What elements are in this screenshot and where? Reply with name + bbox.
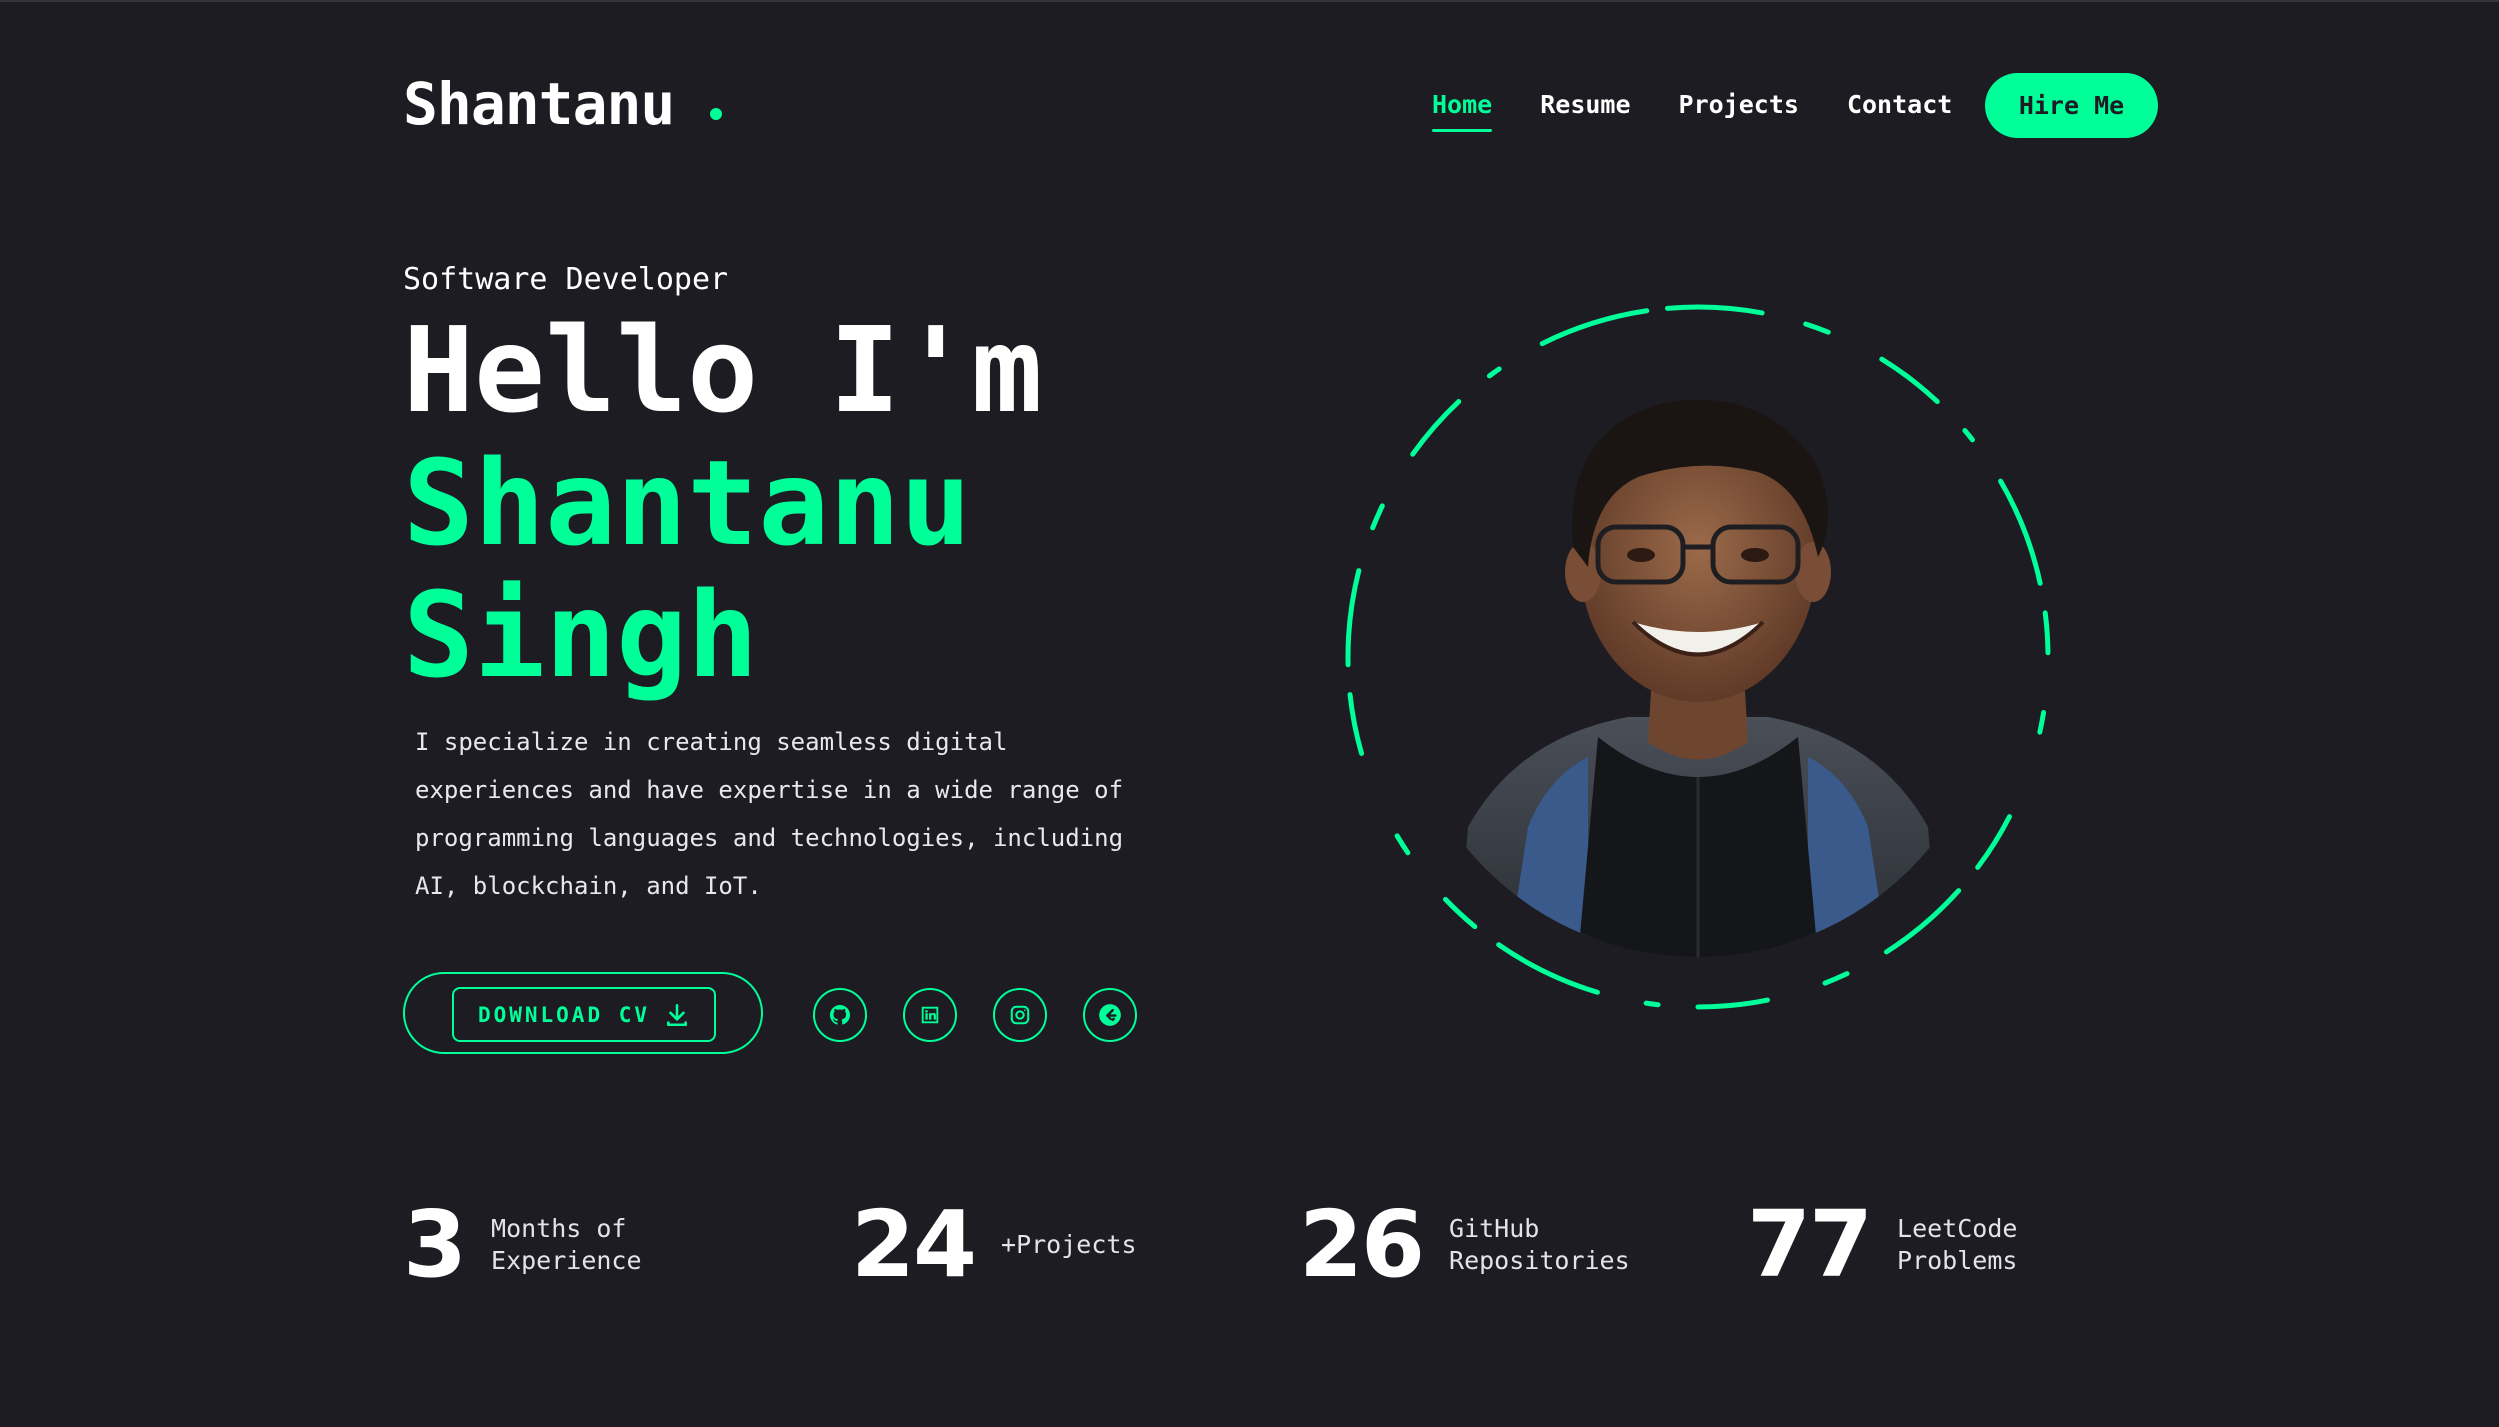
stat-value: 24 — [851, 1191, 977, 1298]
name-last: Singh — [403, 566, 759, 704]
stat-label: LeetCode Problems — [1897, 1214, 2018, 1275]
linkedin-icon — [921, 1006, 939, 1024]
logo-text: Shantanu — [403, 70, 675, 138]
profile-photo-area — [1338, 297, 2058, 1017]
instagram-link[interactable] — [993, 988, 1047, 1042]
stat-leetcode: 77 LeetCode Problems — [1747, 1195, 2087, 1295]
window-top-border — [0, 0, 2499, 2]
linkedin-link[interactable] — [903, 988, 957, 1042]
greeting-heading: Hello I'm — [403, 301, 1043, 439]
site-logo[interactable]: Shantanu — [403, 70, 723, 138]
leetcode-icon — [1099, 1004, 1121, 1026]
hire-me-button[interactable]: Hire Me — [1985, 73, 2158, 138]
stat-label: GitHub Repositories — [1449, 1214, 1630, 1275]
name-first: Shantanu — [403, 434, 972, 572]
instagram-icon — [1010, 1005, 1030, 1025]
nav-home[interactable]: Home — [1432, 88, 1493, 132]
stat-label: +Projects — [1001, 1230, 1137, 1259]
stat-value: 3 — [403, 1191, 467, 1298]
main-nav: Home Resume Projects Contact — [1432, 88, 2000, 132]
nav-resume[interactable]: Resume — [1540, 88, 1630, 122]
leetcode-link[interactable] — [1083, 988, 1137, 1042]
stat-github: 26 GitHub Repositories — [1299, 1195, 1639, 1295]
download-cv-button[interactable]: DOWNLOAD CV — [452, 987, 716, 1042]
download-icon — [667, 1003, 687, 1026]
intro-description: I specialize in creating seamless digita… — [415, 728, 1124, 900]
nav-projects[interactable]: Projects — [1679, 88, 1799, 122]
dashed-ring — [1345, 304, 2051, 1010]
stat-projects: 24 +Projects — [851, 1195, 1191, 1295]
nav-contact[interactable]: Contact — [1847, 88, 1952, 122]
github-icon — [830, 1005, 850, 1025]
role-title: Software Developer — [403, 262, 729, 297]
github-link[interactable] — [813, 988, 867, 1042]
stat-value: 77 — [1747, 1191, 1873, 1298]
stat-experience: 3 Months of Experience — [403, 1195, 681, 1295]
stat-label: Months of Experience — [491, 1214, 642, 1275]
stat-value: 26 — [1299, 1191, 1425, 1298]
logo-dot — [710, 108, 723, 120]
download-cv-label: DOWNLOAD CV — [477, 1002, 651, 1027]
